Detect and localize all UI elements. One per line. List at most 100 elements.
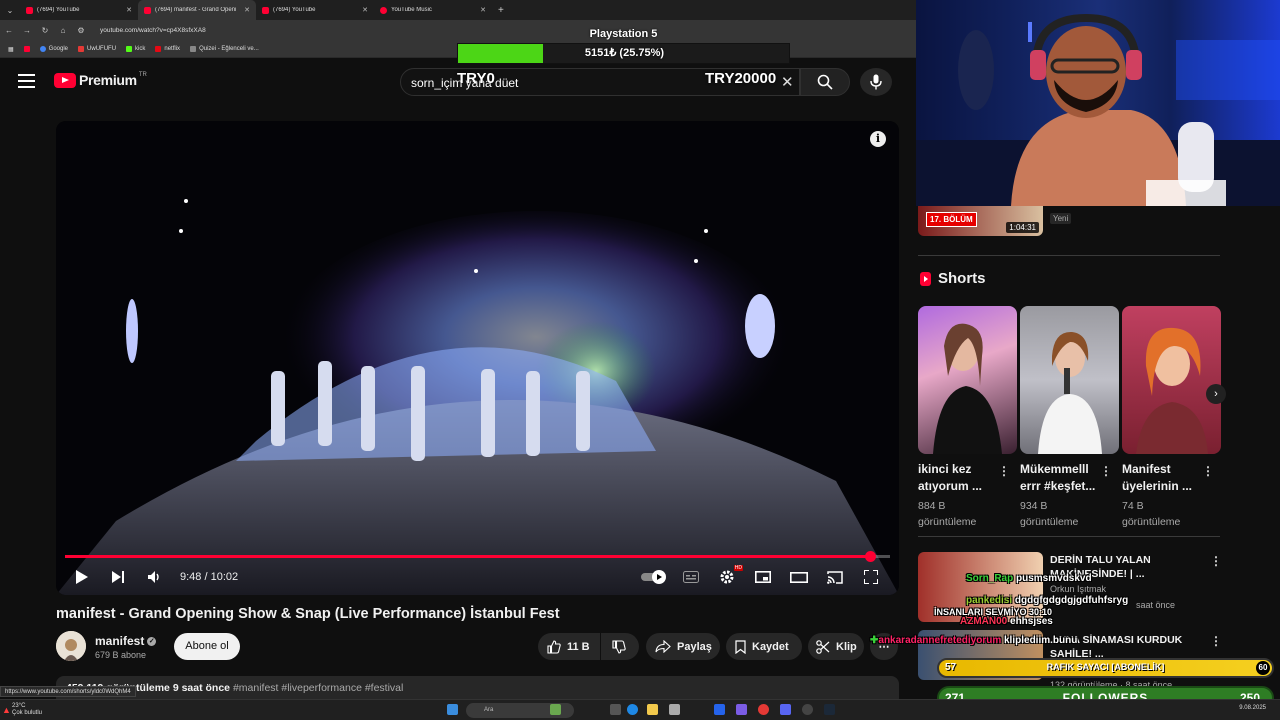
short-thumbnail[interactable] — [1020, 306, 1119, 454]
video-progress-bar[interactable] — [65, 551, 890, 562]
youtube-premium-logo[interactable]: Premium TR — [54, 72, 147, 88]
short-view-suffix: görüntüleme — [1020, 516, 1079, 528]
close-tab-icon[interactable]: ✕ — [480, 6, 486, 14]
chat-message: pankedisi dgdgfgdgdgjgdfuhfsryg — [966, 595, 1128, 606]
edge-icon[interactable] — [627, 704, 638, 715]
hashtags[interactable]: #manifest #liveperformance #festival — [233, 682, 403, 694]
short-views: 74 B görüntüleme — [1122, 498, 1212, 530]
subscribe-button[interactable]: Abone ol — [174, 633, 240, 660]
browser-tab[interactable]: (7694) YouTube ✕ — [20, 0, 138, 20]
back-icon[interactable]: ← — [0, 26, 18, 35]
store-icon[interactable] — [669, 704, 680, 715]
forward-icon[interactable]: → — [18, 26, 36, 35]
weather-desc: Çok bulutlu — [12, 710, 43, 716]
short-view-suffix: görüntüleme — [1122, 516, 1181, 528]
short-view-count: 74 B — [1122, 500, 1144, 512]
next-button[interactable] — [100, 562, 136, 592]
weather-temp: 23°C — [12, 703, 26, 709]
video-player[interactable]: i 9:48 / 10:02 HD — [56, 121, 899, 595]
obs-icon[interactable] — [802, 704, 813, 715]
fullscreen-button[interactable] — [853, 562, 889, 592]
bookmark-kick[interactable]: kick — [126, 46, 145, 52]
short-thumbnail[interactable] — [1122, 306, 1221, 454]
browser-tab-bar: ⌄ (7694) YouTube ✕ (7694) manifest - Gran… — [0, 0, 916, 20]
close-tab-icon[interactable]: ✕ — [362, 6, 368, 14]
autoplay-toggle[interactable] — [637, 562, 673, 592]
clear-search-icon[interactable]: ✕ — [781, 73, 794, 91]
file-explorer-icon[interactable] — [647, 704, 658, 715]
channel-name[interactable]: manifest ✓ — [95, 634, 157, 648]
tab-title: (7694) manifest - Grand Openi — [155, 7, 237, 13]
like-count: 11 B — [567, 640, 590, 653]
channel-avatar[interactable] — [56, 631, 86, 661]
share-button[interactable]: Paylaş — [646, 633, 720, 660]
cast-button[interactable] — [817, 562, 853, 592]
more-vert-icon[interactable]: ⋮ — [1100, 464, 1112, 478]
section-divider — [918, 255, 1220, 256]
search-button[interactable] — [800, 68, 850, 96]
weather-icon: ▲ — [2, 705, 11, 715]
play-button[interactable] — [64, 562, 100, 592]
discord-icon[interactable] — [780, 704, 791, 715]
dislike-button[interactable] — [601, 633, 639, 660]
volume-button[interactable] — [136, 562, 172, 592]
browser-tab[interactable]: YouTube Music ✕ — [374, 0, 492, 20]
mail-icon[interactable] — [714, 704, 725, 715]
chrome-icon[interactable] — [758, 704, 769, 715]
site-info-icon[interactable]: ⚙ — [72, 26, 90, 35]
like-button[interactable]: 11 B — [538, 633, 600, 660]
short-title[interactable]: ikinci kez atıyorum ... — [918, 461, 1003, 495]
bookmark-netflix[interactable]: netflix — [155, 46, 180, 52]
chat-text: ehhsjses — [1010, 616, 1053, 627]
player-controls: 9:48 / 10:02 HD — [56, 562, 899, 592]
clip-button[interactable]: Klip — [808, 633, 864, 660]
start-menu-icon[interactable] — [447, 704, 458, 715]
youtube-play-logo-icon — [54, 72, 76, 88]
info-icon[interactable]: i — [870, 131, 886, 147]
weather-widget[interactable]: 23°C Çok bulutlu — [12, 703, 42, 717]
short-views: 934 B görüntüleme — [1020, 498, 1110, 530]
cast-icon — [827, 570, 843, 584]
clip-label: Klip — [836, 640, 857, 653]
tab-list-icon[interactable]: ⌄ — [0, 0, 20, 20]
more-vert-icon[interactable]: ⋮ — [1202, 464, 1214, 478]
close-tab-icon[interactable]: ✕ — [126, 6, 132, 14]
short-title[interactable]: Manifest üyelerinin ... — [1122, 461, 1207, 495]
voice-search-button[interactable] — [860, 68, 892, 96]
close-tab-icon[interactable]: ✕ — [244, 6, 250, 14]
bookmark-uwufufu[interactable]: UwUFUFU — [78, 46, 116, 52]
teams-icon[interactable] — [736, 704, 747, 715]
theater-mode-button[interactable] — [781, 562, 817, 592]
subscriber-counter-widget: 57 RAFIK SAYACI [ABONELİK] 60 — [937, 658, 1274, 678]
streamer-webcam — [916, 0, 1280, 206]
subscriber-count: 679 B abone — [95, 650, 147, 660]
url-field[interactable]: youtube.com/watch?v=cp4X8sfxXA8 — [100, 27, 206, 34]
miniplayer-button[interactable] — [745, 562, 781, 592]
reload-icon[interactable]: ↻ — [36, 26, 54, 35]
settings-button[interactable]: HD — [709, 562, 745, 592]
new-tab-icon[interactable]: + — [492, 5, 510, 16]
browser-tab-active[interactable]: (7694) manifest - Grand Openi ✕ — [138, 0, 256, 20]
more-vert-icon[interactable]: ⋮ — [998, 464, 1010, 478]
bookmark-youtube[interactable] — [23, 46, 30, 52]
short-title[interactable]: Mükemmelll errr #keşfet... — [1020, 461, 1105, 495]
menu-icon[interactable] — [18, 74, 35, 88]
browser-tab[interactable]: (7694) YouTube ✕ — [256, 0, 374, 20]
goal-min-label: TRY0 — [457, 70, 495, 87]
bookmark-google[interactable]: Google — [39, 46, 68, 52]
bookmark-quizei[interactable]: Quizei - Eğlenceli ve... — [190, 46, 259, 52]
shorts-next-button[interactable]: › — [1206, 384, 1226, 404]
chat-message: ✚ankaradannefretediyorum kliplediim bunu — [870, 635, 1077, 646]
short-thumbnail[interactable] — [918, 306, 1017, 454]
subtitles-button[interactable] — [673, 562, 709, 592]
home-icon[interactable]: ⌂ — [54, 26, 72, 35]
task-view-icon[interactable] — [610, 704, 621, 715]
more-vert-icon[interactable]: ⋮ — [1210, 634, 1222, 648]
steam-icon[interactable] — [824, 704, 835, 715]
apps-grid-icon[interactable]: ▦ — [8, 46, 14, 53]
video-thumbnail[interactable]: 17. BÖLÜM 1:04:31 — [918, 206, 1043, 236]
video-channel[interactable]: Orkun Işıtmak — [1050, 584, 1106, 594]
more-vert-icon[interactable]: ⋮ — [1210, 554, 1222, 568]
video-duration: 1:04:31 — [1006, 222, 1039, 233]
save-button[interactable]: Kaydet — [726, 633, 802, 660]
